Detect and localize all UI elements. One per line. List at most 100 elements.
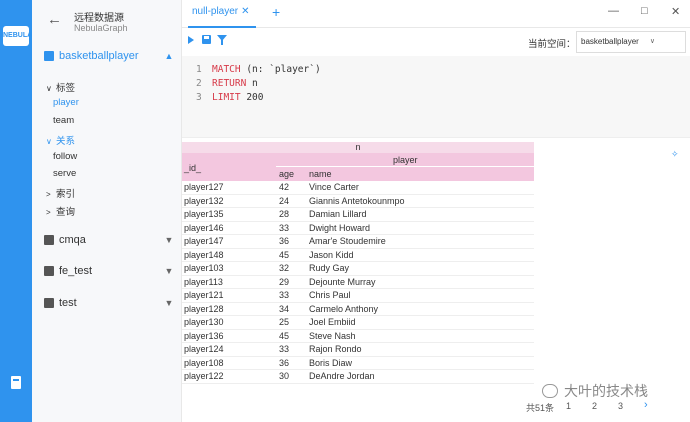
space-item-test[interactable]: test ▼ [44, 294, 174, 312]
table-row[interactable]: player136 45 Steve Nash [182, 330, 534, 343]
cell-name: Joel Embiid [309, 317, 356, 327]
tree-group-label: 标签 [56, 83, 76, 94]
line-number: 1 [196, 64, 202, 75]
space-item-fe-test[interactable]: fe_test ▼ [44, 262, 174, 280]
space-select[interactable]: basketballplayer ∨ [576, 31, 686, 53]
code-line: 1 MATCH (n: `player`) [196, 64, 321, 75]
add-tab-icon[interactable]: + [272, 4, 280, 20]
app: NEBULA ← 远程数据源 NebulaGraph basketballpla… [0, 0, 690, 422]
space-item-basketballplayer[interactable]: basketballplayer ▲ [44, 47, 174, 65]
cell-name: Steve Nash [309, 330, 356, 341]
line-number: 2 [196, 78, 202, 89]
cell-age: 29 [279, 276, 290, 287]
chevron-up-icon[interactable]: ▲ [164, 51, 174, 61]
tree-group-label: 关系 [56, 136, 76, 147]
database-icon [44, 298, 54, 308]
cell-id: player122 [184, 371, 224, 381]
space-item-cmqa[interactable]: cmqa ▼ [44, 231, 174, 249]
magic-wand-icon[interactable]: ✧ [671, 149, 679, 160]
database-icon [44, 235, 54, 245]
maximize-icon[interactable]: □ [641, 5, 648, 17]
table-row[interactable]: player124 33 Rajon Rondo [182, 343, 534, 357]
filter-icon[interactable] [217, 35, 227, 45]
column-header-id: _id_ [184, 163, 202, 173]
space-label: test [59, 297, 77, 309]
tab-bar: null-player ✕ + — □ ✕ [182, 0, 690, 28]
cell-age: 45 [279, 330, 290, 341]
current-space-label: 当前空间： [528, 39, 576, 50]
tree-item-follow[interactable]: follow [53, 151, 77, 162]
table-row[interactable]: player148 45 Jason Kidd [182, 249, 534, 262]
chevron-down-icon[interactable]: ▼ [164, 298, 174, 308]
pagination-total: 共51条 [526, 403, 555, 413]
space-label: cmqa [59, 234, 86, 246]
cell-age: 33 [279, 222, 290, 233]
tree-group-edges[interactable]: ∨ 关系 [46, 133, 75, 147]
code-line: 3 LIMIT 200 [196, 92, 264, 103]
cell-name: Carmelo Anthony [309, 303, 379, 314]
table-row[interactable]: player103 32 Rudy Gay [182, 262, 534, 276]
cell-age: 25 [279, 317, 290, 327]
close-icon[interactable]: ✕ [241, 6, 249, 17]
table-row[interactable]: player146 33 Dwight Howard [182, 222, 534, 235]
cell-id: player146 [184, 222, 224, 233]
close-window-icon[interactable]: ✕ [671, 5, 680, 18]
cell-age: 36 [279, 236, 290, 246]
page-2[interactable]: 2 [592, 401, 597, 411]
page-1[interactable]: 1 [566, 401, 571, 411]
chevron-down-icon[interactable]: ▼ [164, 235, 174, 245]
query-editor[interactable]: 1 MATCH (n: `player`) 2 RETURN n 3 LIMIT 20… [182, 56, 690, 138]
cell-age: 33 [279, 344, 290, 354]
tree-item-team[interactable]: team [53, 115, 74, 126]
cell-name: Dejounte Murray [309, 276, 376, 287]
back-arrow-icon[interactable]: ← [47, 11, 62, 28]
document-icon[interactable] [11, 376, 21, 389]
space-select-value: basketballplayer [581, 37, 639, 46]
cell-name: DeAndre Jordan [309, 371, 375, 381]
database-icon [44, 51, 54, 61]
next-page-icon[interactable]: › [644, 399, 648, 411]
tree-group-index[interactable]: > 索引 [46, 186, 75, 200]
tree-group-tags[interactable]: ∨ 标签 [46, 80, 75, 94]
cell-name: Rudy Gay [309, 263, 350, 273]
table-header: _id_ player age name [182, 153, 534, 181]
table-row[interactable]: player147 36 Amar'e Stoudemire [182, 235, 534, 249]
table-row[interactable]: player135 28 Damian Lillard [182, 208, 534, 222]
tree-group-query[interactable]: > 查询 [46, 204, 75, 218]
cell-id: player136 [184, 330, 224, 341]
table-row[interactable]: player113 29 Dejounte Murray [182, 276, 534, 289]
datasource-subtitle: NebulaGraph [74, 23, 128, 33]
chevron-right-icon: > [46, 208, 51, 217]
nebula-logo-icon[interactable]: NEBULA [3, 26, 32, 46]
table-row[interactable]: player108 36 Boris Diaw [182, 357, 534, 370]
run-icon[interactable] [188, 36, 194, 44]
code-text: (n: `player`) [240, 64, 321, 75]
watermark: 大叶的技术栈 [542, 381, 648, 401]
cell-id: player128 [184, 303, 224, 314]
table-row[interactable]: player128 34 Carmelo Anthony [182, 303, 534, 316]
tree-item-serve[interactable]: serve [53, 168, 76, 179]
table-row[interactable]: player122 30 DeAndre Jordan [182, 370, 534, 384]
table-row[interactable]: player132 24 Giannis Antetokounmpo [182, 195, 534, 208]
cell-id: player147 [184, 236, 224, 246]
editor-toolbar: 当前空间： basketballplayer ∨ [182, 28, 690, 56]
table-row[interactable]: player121 33 Chris Paul [182, 289, 534, 303]
save-icon[interactable] [202, 35, 211, 44]
cell-id: player127 [184, 182, 224, 192]
cell-age: 32 [279, 263, 290, 273]
page-3[interactable]: 3 [618, 401, 623, 411]
minimize-icon[interactable]: — [608, 5, 619, 17]
tab-null-player[interactable]: null-player ✕ [192, 6, 250, 17]
chevron-right-icon: > [46, 190, 51, 199]
cell-name: Dwight Howard [309, 222, 371, 233]
cell-id: player132 [184, 195, 224, 206]
tree-group-label: 查询 [56, 207, 76, 218]
watermark-text: 大叶的技术栈 [564, 383, 648, 399]
chevron-down-icon[interactable]: ▼ [164, 266, 174, 276]
table-row[interactable]: player130 25 Joel Embiid [182, 316, 534, 330]
cell-age: 42 [279, 182, 290, 192]
tree-item-player[interactable]: player [53, 97, 79, 108]
column-header-name: name [309, 169, 332, 179]
table-row[interactable]: player127 42 Vince Carter [182, 181, 534, 195]
cell-id: player124 [184, 344, 224, 354]
